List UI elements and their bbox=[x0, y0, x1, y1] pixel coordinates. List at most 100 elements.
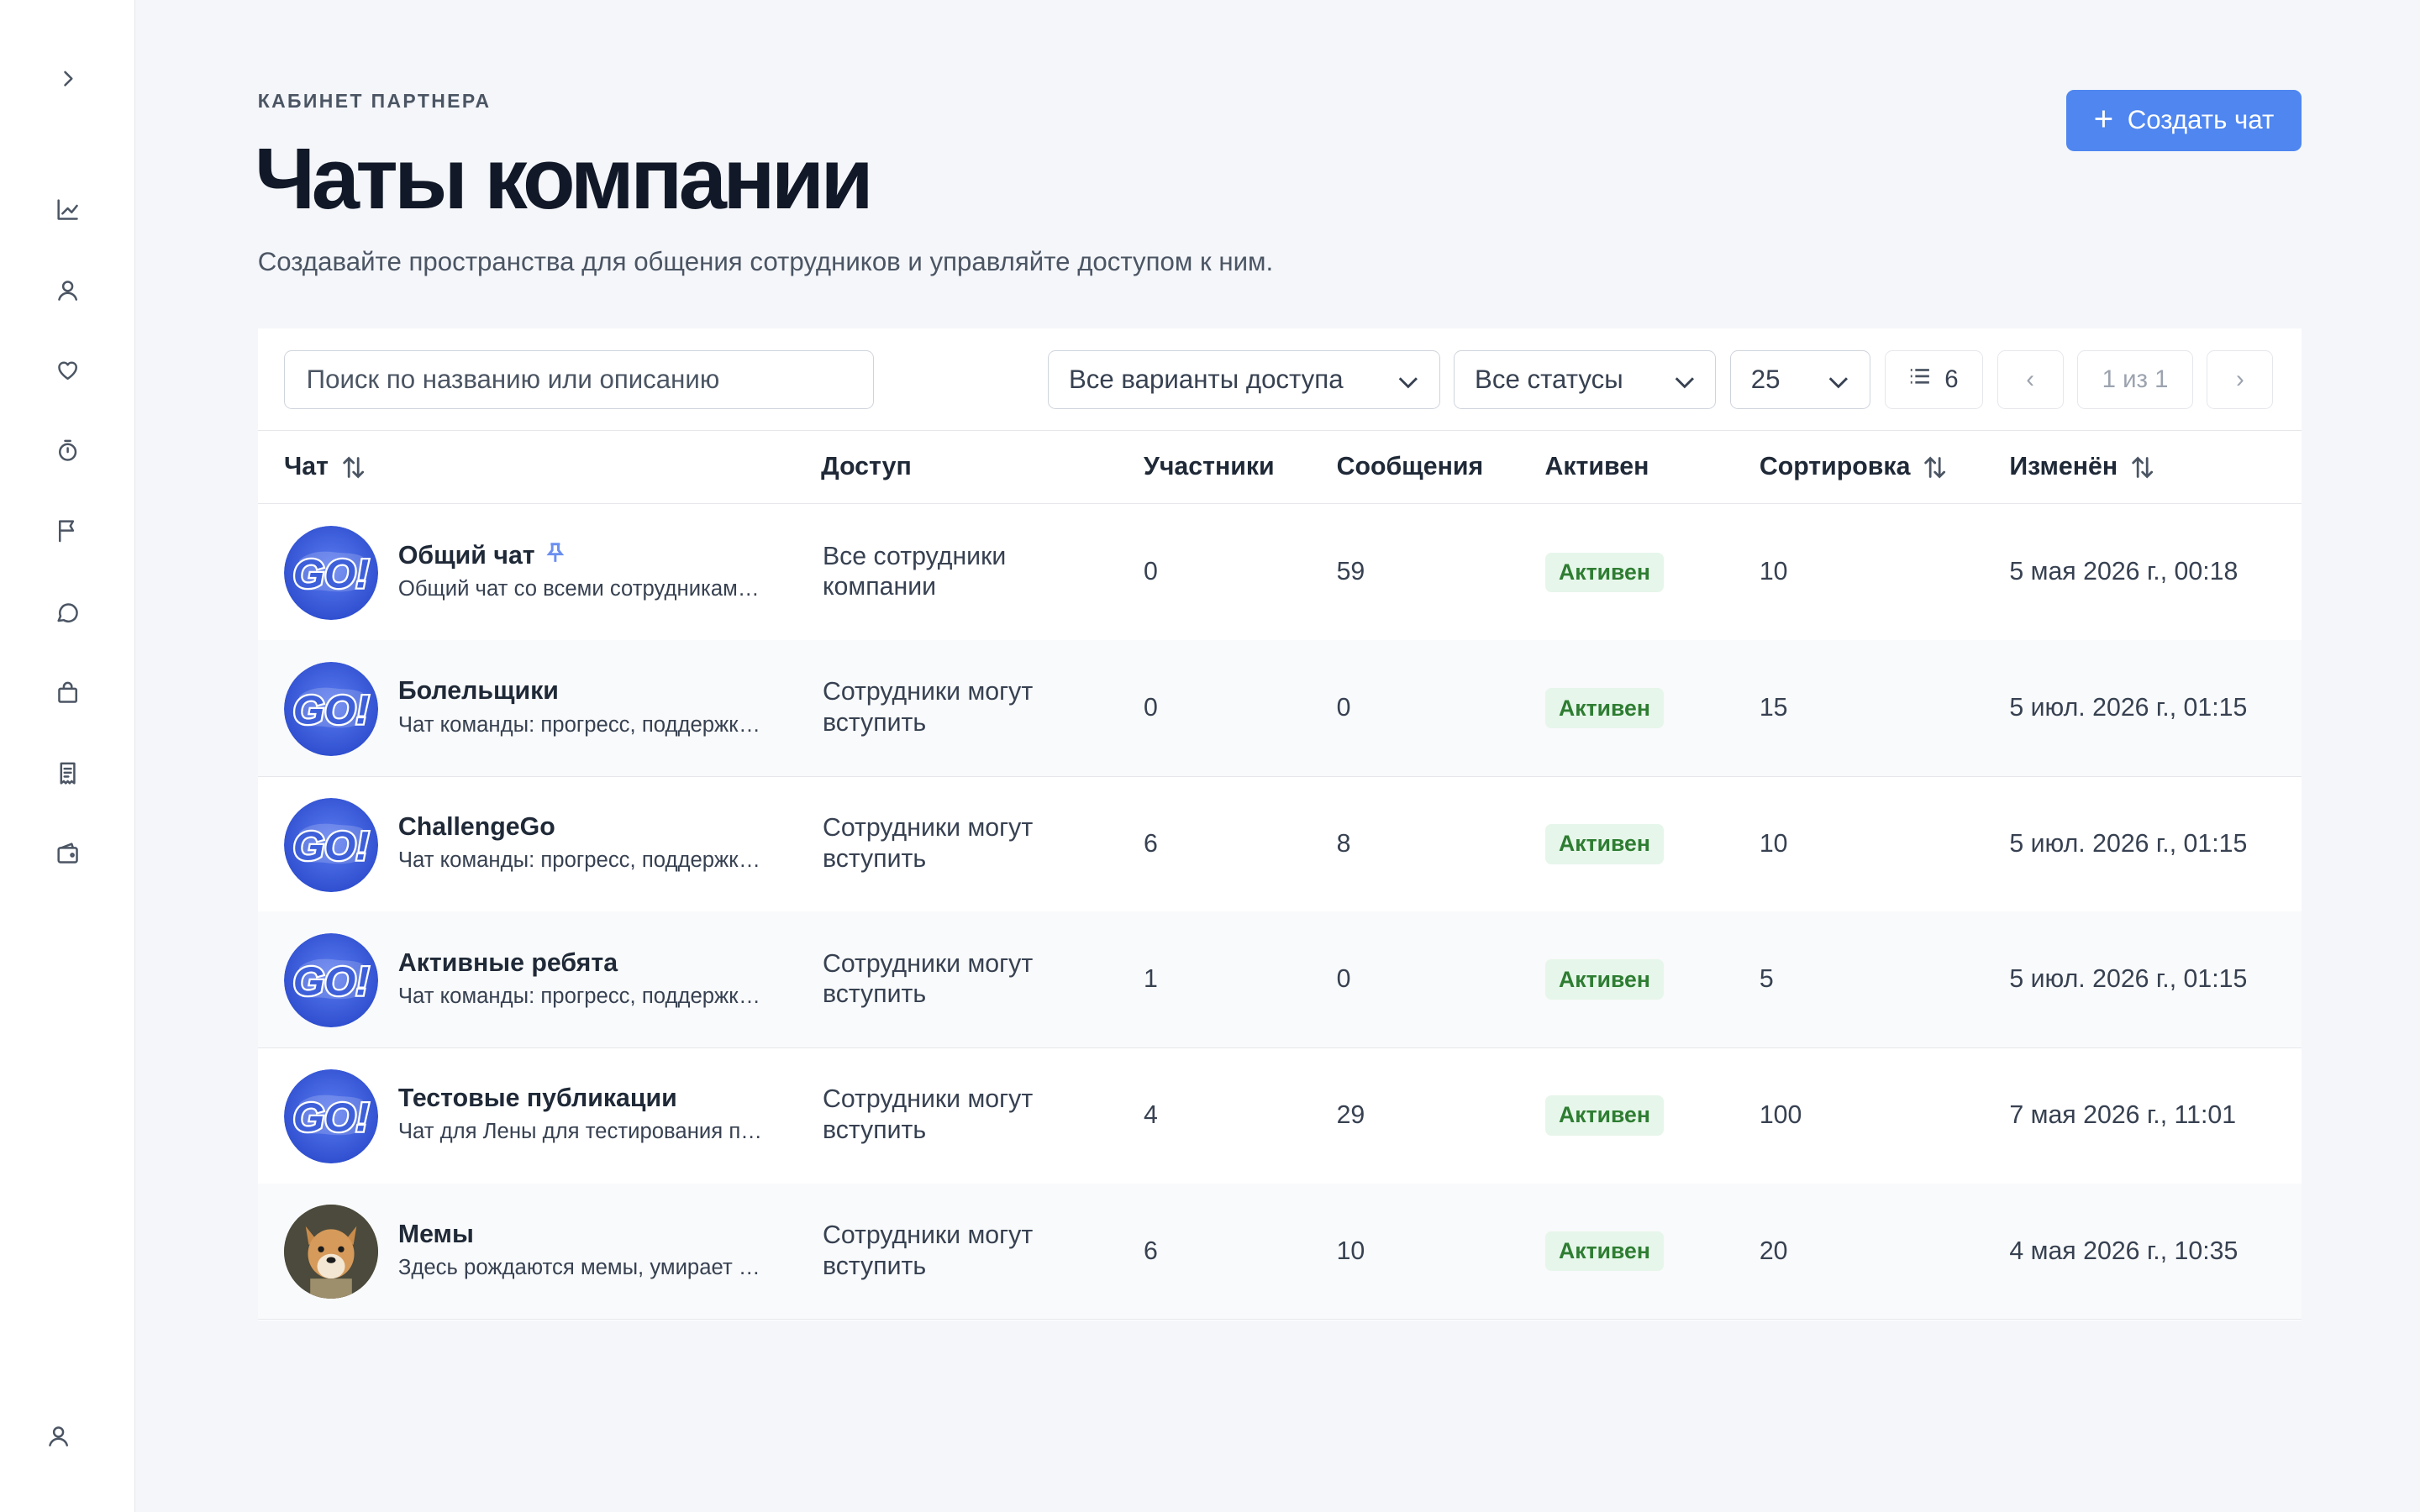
table-header: Чат Доступ Участники Сообщения Активен С… bbox=[257, 432, 2302, 504]
status-badge: Активен bbox=[1544, 1095, 1665, 1136]
sort-icon[interactable] bbox=[1923, 454, 1947, 481]
chat-avatar: GO! bbox=[283, 933, 378, 1028]
table-row[interactable]: GO! Тестовые публикации Чат для Лены для т… bbox=[257, 1047, 2302, 1184]
column-header-access: Доступ bbox=[821, 432, 912, 502]
chat-name[interactable]: ChallengeGo bbox=[398, 813, 555, 842]
chat-description: Здесь рождаются мемы, умирает скука bbox=[397, 1256, 769, 1280]
create-chat-label: Создать чат bbox=[2127, 105, 2275, 135]
chat-name-text: Общий чат bbox=[397, 541, 535, 570]
chevron-down-icon bbox=[1828, 370, 1849, 391]
chat-avatar bbox=[283, 1205, 378, 1299]
total-count-value: 6 bbox=[1944, 365, 1959, 393]
access-filter-select[interactable]: Все варианты доступа bbox=[1048, 349, 1440, 409]
chat-icon[interactable] bbox=[52, 597, 83, 628]
next-page-button[interactable]: › bbox=[2207, 349, 2274, 409]
page-size-select[interactable]: 25 bbox=[1729, 349, 1871, 409]
chevron-right-icon[interactable] bbox=[52, 63, 83, 94]
search-input[interactable] bbox=[283, 349, 874, 409]
wallet-icon[interactable] bbox=[52, 837, 83, 869]
sort-value: 5 bbox=[1759, 965, 1774, 994]
column-label: Активен bbox=[1544, 453, 1649, 481]
table-row[interactable]: GO! Активные ребята Чат команды: прогресс,… bbox=[257, 911, 2302, 1049]
messages-count: 10 bbox=[1336, 1236, 1365, 1265]
chat-name-text: Активные ребята bbox=[397, 948, 618, 977]
column-label: Доступ bbox=[821, 453, 912, 481]
members-count: 0 bbox=[1143, 558, 1158, 586]
access-type: Сотрудники могут вступить bbox=[822, 949, 1034, 1009]
heart-icon[interactable] bbox=[52, 354, 83, 386]
access-type: Сотрудники могут вступить bbox=[822, 1221, 1034, 1280]
access-type: Сотрудники могут вступить bbox=[822, 813, 1034, 873]
column-header-sort[interactable]: Сортировка bbox=[1760, 432, 1948, 502]
chat-name[interactable]: Активные ребята bbox=[398, 949, 618, 978]
changed-date: 5 июл. 2026 г., 01:15 bbox=[2009, 829, 2248, 858]
column-label: Участники bbox=[1143, 453, 1275, 481]
status-filter-value: Все статусы bbox=[1475, 364, 1623, 394]
prev-page-button[interactable]: ‹ bbox=[1996, 349, 2064, 409]
members-count: 4 bbox=[1143, 1100, 1158, 1129]
chat-name[interactable]: Болельщики bbox=[398, 677, 559, 706]
messages-count: 0 bbox=[1336, 694, 1351, 722]
chevron-down-icon bbox=[1397, 370, 1419, 391]
page-size-value: 25 bbox=[1750, 364, 1781, 394]
flag-icon[interactable] bbox=[52, 515, 83, 546]
chat-avatar: GO! bbox=[283, 526, 378, 621]
column-header-active: Активен bbox=[1545, 432, 1649, 502]
changed-date: 5 июл. 2026 г., 01:15 bbox=[2009, 965, 2248, 994]
receipt-icon[interactable] bbox=[52, 758, 83, 789]
members-count: 6 bbox=[1143, 1236, 1158, 1265]
chat-description: Чат команды: прогресс, поддержка и общен… bbox=[397, 848, 769, 873]
table-row[interactable]: GO! ChallengeGo Чат команды: прогресс, под… bbox=[257, 776, 2302, 913]
sort-value: 100 bbox=[1759, 1100, 1802, 1129]
chat-name[interactable]: Мемы bbox=[398, 1221, 474, 1249]
chart-icon[interactable] bbox=[52, 194, 83, 225]
list-icon bbox=[1909, 365, 1944, 394]
table-row[interactable]: GO! Общий чат Общий чат со всеми сотрудник… bbox=[257, 505, 2302, 642]
sort-icon[interactable] bbox=[341, 454, 366, 481]
table-row[interactable]: GO! Болельщики Чат команды: прогресс, подд… bbox=[257, 640, 2302, 777]
column-label: Чат bbox=[283, 453, 329, 481]
chevron-down-icon bbox=[1674, 370, 1696, 391]
eyebrow: КАБИНЕТ ПАРТНЕРА bbox=[257, 89, 492, 112]
avatar-logo-text: GO! bbox=[293, 688, 369, 732]
messages-count: 29 bbox=[1336, 1100, 1365, 1129]
chat-name[interactable]: Тестовые публикации bbox=[398, 1084, 677, 1113]
status-badge: Активен bbox=[1544, 1231, 1665, 1272]
chat-description: Чат для Лены для тестирования публикаций bbox=[397, 1120, 769, 1144]
avatar-logo-text: GO! bbox=[293, 1095, 369, 1140]
status-filter-select[interactable]: Все статусы bbox=[1454, 349, 1717, 409]
chat-name-text: Мемы bbox=[397, 1220, 474, 1248]
chat-description: Чат команды: прогресс, поддержка и общен… bbox=[397, 712, 769, 737]
column-label: Сортировка bbox=[1759, 453, 1911, 481]
column-header-changed[interactable]: Изменён bbox=[2009, 432, 2154, 502]
members-count: 1 bbox=[1143, 965, 1158, 994]
sort-icon[interactable] bbox=[2130, 454, 2154, 481]
chat-name-text: Тестовые публикации bbox=[397, 1084, 677, 1113]
access-type: Сотрудники могут вступить bbox=[822, 1085, 1034, 1144]
column-header-messages: Сообщения bbox=[1337, 432, 1484, 502]
table-row[interactable]: Мемы Здесь рождаются мемы, умирает скука С… bbox=[257, 1183, 2302, 1320]
access-type: Сотрудники могут вступить bbox=[822, 678, 1034, 738]
access-filter-value: Все варианты доступа bbox=[1068, 364, 1344, 394]
avatar-logo-text: GO! bbox=[293, 824, 369, 869]
chat-avatar: GO! bbox=[283, 797, 378, 892]
sort-value: 20 bbox=[1759, 1236, 1788, 1265]
access-type: Все сотрудники компании bbox=[822, 542, 1007, 601]
create-chat-button[interactable]: + Создать чат bbox=[2066, 89, 2302, 151]
status-badge: Активен bbox=[1544, 959, 1665, 1000]
members-count: 0 bbox=[1143, 694, 1158, 722]
timer-icon[interactable] bbox=[52, 435, 83, 466]
changed-date: 5 мая 2026 г., 00:18 bbox=[2009, 558, 2238, 586]
profile-icon[interactable] bbox=[43, 1421, 74, 1452]
user-icon[interactable] bbox=[52, 275, 83, 306]
column-header-chat[interactable]: Чат bbox=[284, 432, 366, 502]
status-badge: Активен bbox=[1544, 688, 1665, 728]
chat-name[interactable]: Общий чат bbox=[398, 542, 566, 570]
page-info: 1 из 1 bbox=[2077, 349, 2193, 409]
changed-date: 7 мая 2026 г., 11:01 bbox=[2009, 1100, 2237, 1129]
page-title: Чаты компании bbox=[255, 130, 874, 228]
column-header-members: Участники bbox=[1144, 432, 1275, 502]
bag-icon[interactable] bbox=[52, 677, 83, 708]
table-toolbar: Все варианты доступа Все статусы 25 6 ‹ … bbox=[257, 328, 2302, 432]
chat-avatar: GO! bbox=[283, 1068, 378, 1163]
